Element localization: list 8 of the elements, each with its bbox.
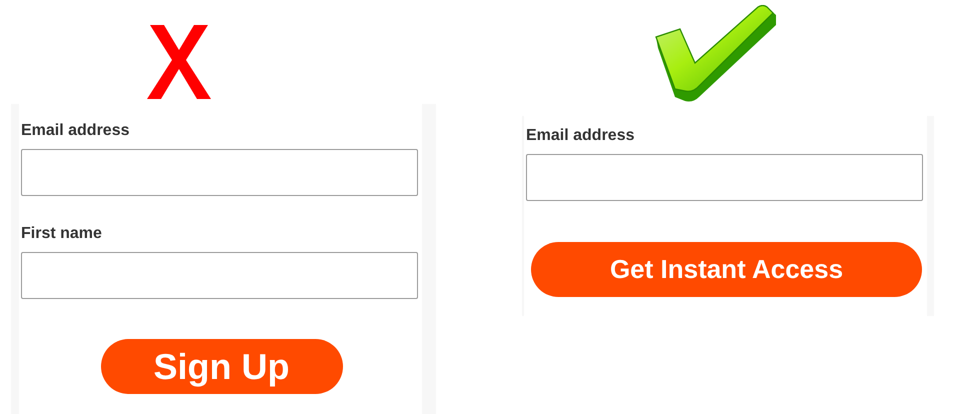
- field-label: Email address: [21, 121, 130, 141]
- field-label: Email address: [526, 126, 634, 146]
- input-field[interactable]: [21, 149, 418, 196]
- submit-button[interactable]: Sign Up: [100, 339, 342, 394]
- input-field[interactable]: [21, 252, 418, 299]
- input-field[interactable]: [526, 154, 923, 201]
- field-label: First name: [21, 224, 102, 244]
- submit-button[interactable]: Get Instant Access: [531, 242, 922, 297]
